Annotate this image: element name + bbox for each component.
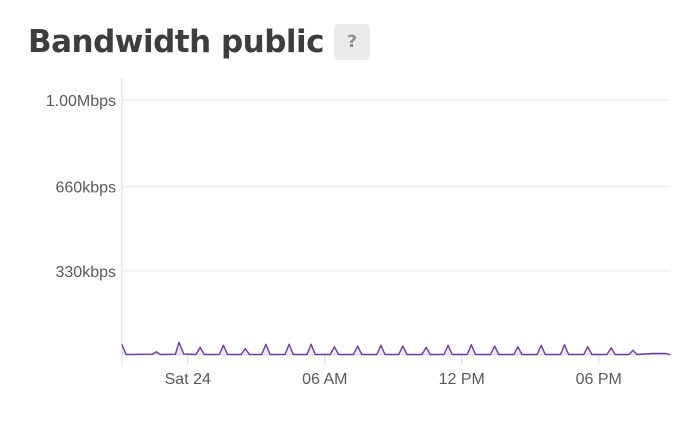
chart-series xyxy=(121,341,671,356)
data-point xyxy=(218,353,220,356)
data-point xyxy=(174,353,176,355)
data-point xyxy=(474,353,477,356)
y-tick-label: 330kbps xyxy=(56,264,117,281)
data-point xyxy=(470,344,472,346)
data-point xyxy=(628,353,630,356)
data-point xyxy=(489,353,492,356)
bandwidth-chart: 330kbps 660kbps 1.00Mbps Sat 24 06 AM 12 PM 0… xyxy=(46,78,671,388)
data-point xyxy=(568,353,570,356)
data-point xyxy=(329,353,331,356)
data-point xyxy=(583,353,585,356)
data-point xyxy=(155,351,157,353)
data-point xyxy=(376,353,378,356)
data-point xyxy=(517,346,519,348)
data-point xyxy=(406,353,408,356)
data-point xyxy=(540,344,542,346)
data-point xyxy=(292,353,294,356)
x-tick-label: Sat 24 xyxy=(165,371,211,388)
data-point xyxy=(669,353,671,356)
data-point xyxy=(240,353,242,356)
data-point xyxy=(398,353,400,356)
chart-y-tick-labels: 330kbps 660kbps 1.00Mbps xyxy=(46,93,116,281)
data-point xyxy=(361,353,363,356)
data-point xyxy=(494,345,496,347)
data-point xyxy=(265,343,267,345)
data-point xyxy=(665,352,667,355)
data-point xyxy=(513,353,515,356)
data-point xyxy=(159,353,161,356)
data-point xyxy=(466,353,468,356)
data-point xyxy=(591,353,593,356)
data-point xyxy=(306,353,308,356)
data-point xyxy=(498,353,500,356)
data-point xyxy=(337,353,340,356)
data-point xyxy=(261,353,263,356)
series-area-0 xyxy=(122,342,670,355)
data-point xyxy=(521,353,523,356)
x-tick-label: 06 AM xyxy=(302,371,347,388)
data-point xyxy=(451,353,453,356)
data-point xyxy=(632,349,634,351)
data-point xyxy=(563,344,566,346)
y-tick-label: 1.00Mbps xyxy=(46,93,116,110)
data-point xyxy=(333,346,335,348)
x-tick-label: 12 PM xyxy=(439,371,485,388)
data-point xyxy=(429,353,431,356)
data-point xyxy=(288,343,290,345)
data-point xyxy=(226,353,229,356)
data-point xyxy=(587,346,589,348)
data-point xyxy=(284,353,286,356)
y-tick-label: 660kbps xyxy=(56,180,117,197)
data-point xyxy=(183,353,185,355)
chart-gridlines xyxy=(122,99,670,272)
data-point xyxy=(651,352,653,355)
data-point xyxy=(536,353,538,356)
data-point xyxy=(357,345,359,347)
data-point xyxy=(544,353,546,356)
data-point xyxy=(402,345,404,347)
data-point xyxy=(443,353,445,356)
chart-axes xyxy=(121,78,670,367)
data-point xyxy=(559,353,562,356)
data-point xyxy=(447,344,449,346)
data-point xyxy=(384,353,386,356)
data-point xyxy=(151,353,153,355)
data-point xyxy=(178,341,180,343)
data-point xyxy=(421,353,423,356)
data-point xyxy=(203,353,205,356)
data-point xyxy=(614,353,616,356)
data-point xyxy=(195,353,197,356)
data-point xyxy=(352,353,355,356)
data-point xyxy=(636,353,638,356)
data-point xyxy=(121,344,123,346)
data-point xyxy=(314,353,316,356)
data-point xyxy=(248,353,250,356)
data-point xyxy=(606,353,608,356)
data-point xyxy=(199,346,201,348)
data-point xyxy=(269,353,271,356)
data-point xyxy=(425,346,427,348)
data-point xyxy=(244,348,246,350)
data-point xyxy=(380,344,382,346)
data-point xyxy=(222,344,224,346)
data-point xyxy=(610,347,612,349)
chart-x-tick-labels: Sat 24 06 AM 12 PM 06 PM xyxy=(165,371,622,388)
data-point xyxy=(310,343,312,345)
data-point xyxy=(125,353,127,356)
x-tick-label: 06 PM xyxy=(576,371,622,388)
